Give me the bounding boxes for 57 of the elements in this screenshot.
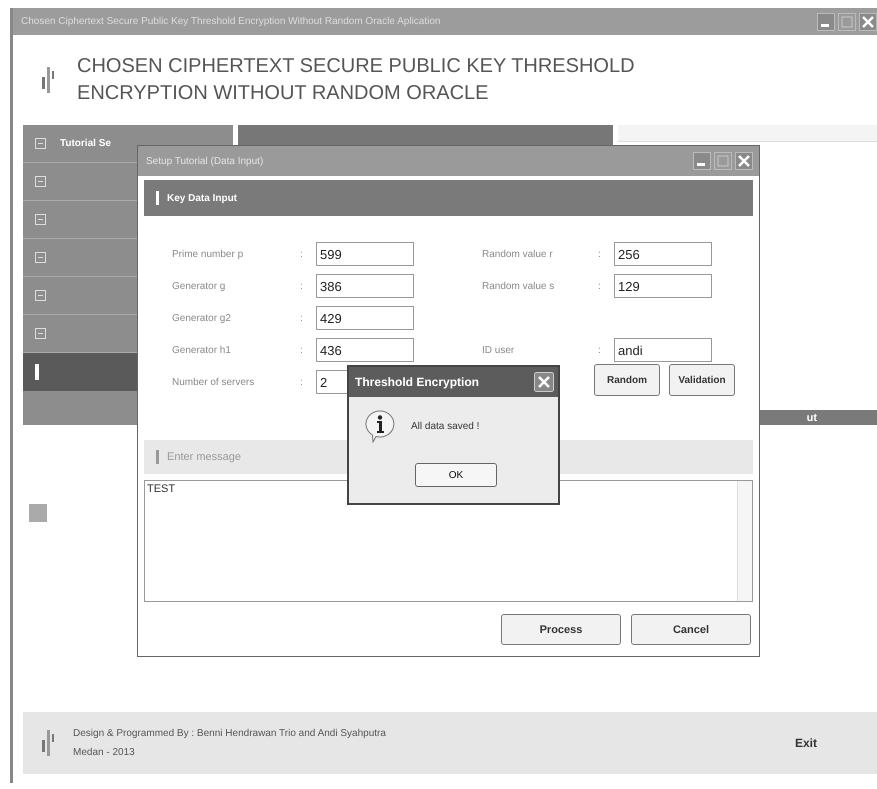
colon-text: : [300,248,304,260]
expand-icon[interactable] [35,290,46,301]
colon-text: : [300,376,304,388]
input-field[interactable]: 429 [316,306,414,330]
action-button[interactable]: Random [594,364,660,396]
colon-text: : [300,280,304,292]
colon-text: : [598,248,602,260]
field-label: Generator h1 [172,344,232,356]
input-field[interactable]: andi [614,338,712,362]
close-icon[interactable] [534,372,554,392]
colon-text: : [598,280,602,292]
logo-icon [41,65,55,95]
maximize-icon[interactable] [838,12,856,30]
field-label: Generator g2 [172,312,232,324]
maximize-icon[interactable] [714,152,732,170]
input-field[interactable]: 599 [316,242,414,266]
alert-title: Threshold Encryption [355,375,480,389]
expand-icon[interactable] [35,176,46,187]
action-button[interactable]: Validation [669,364,735,396]
square-icon [29,504,47,522]
input-field[interactable]: 386 [316,274,414,298]
dialog-button[interactable]: Cancel [631,614,751,645]
dialog-button[interactable]: Process [501,614,621,645]
panel-title: ut [806,412,817,424]
expand-icon[interactable] [35,252,46,263]
input-field[interactable]: 436 [316,338,414,362]
minimize-icon[interactable] [817,12,835,30]
close-icon[interactable] [859,12,877,30]
field-label: Number of servers [172,376,256,388]
section-title: Enter message [167,451,241,463]
expand-icon[interactable] [35,328,46,339]
expand-icon[interactable] [35,138,46,149]
field-label: Random value r [482,248,554,260]
scrollbar[interactable] [737,481,752,601]
input-field[interactable]: 256 [614,242,712,266]
expand-icon[interactable] [35,214,46,225]
field-label: ID user [482,344,516,356]
field-label: Random value s [482,280,556,292]
credit-text: Design & Programmed By : Benni Hendrawan Trio and Andi Syahputra [73,728,387,739]
window-title: Chosen Ciphertext Secure Public Key Threshold Encryption Without Random Oracle Aplication [21,16,440,27]
colon-text: : [300,312,304,324]
info-icon [363,409,397,443]
colon-text: : [300,344,304,356]
exit-link[interactable]: Exit [794,736,817,750]
input-field[interactable]: 129 [614,274,712,298]
alert-message: All data saved ! [411,420,480,432]
logo-icon [41,728,55,758]
colon-text: : [598,344,602,356]
field-label: Generator g [172,280,226,292]
app-heading: CHOSEN CIPHERTEXT SECURE PUBLIC KEY THRESHOLD ENCRYPTION WITHOUT RANDOM ORACLE [77,54,636,106]
close-icon[interactable] [735,152,753,170]
section-title: Key Data Input [167,192,238,204]
field-label: Prime number p [172,248,244,260]
ok-button[interactable]: OK [415,463,497,487]
dialog-title: Setup Tutorial (Data Input) [146,156,264,166]
place-text: Medan - 2013 [73,747,136,758]
minimize-icon[interactable] [693,152,711,170]
